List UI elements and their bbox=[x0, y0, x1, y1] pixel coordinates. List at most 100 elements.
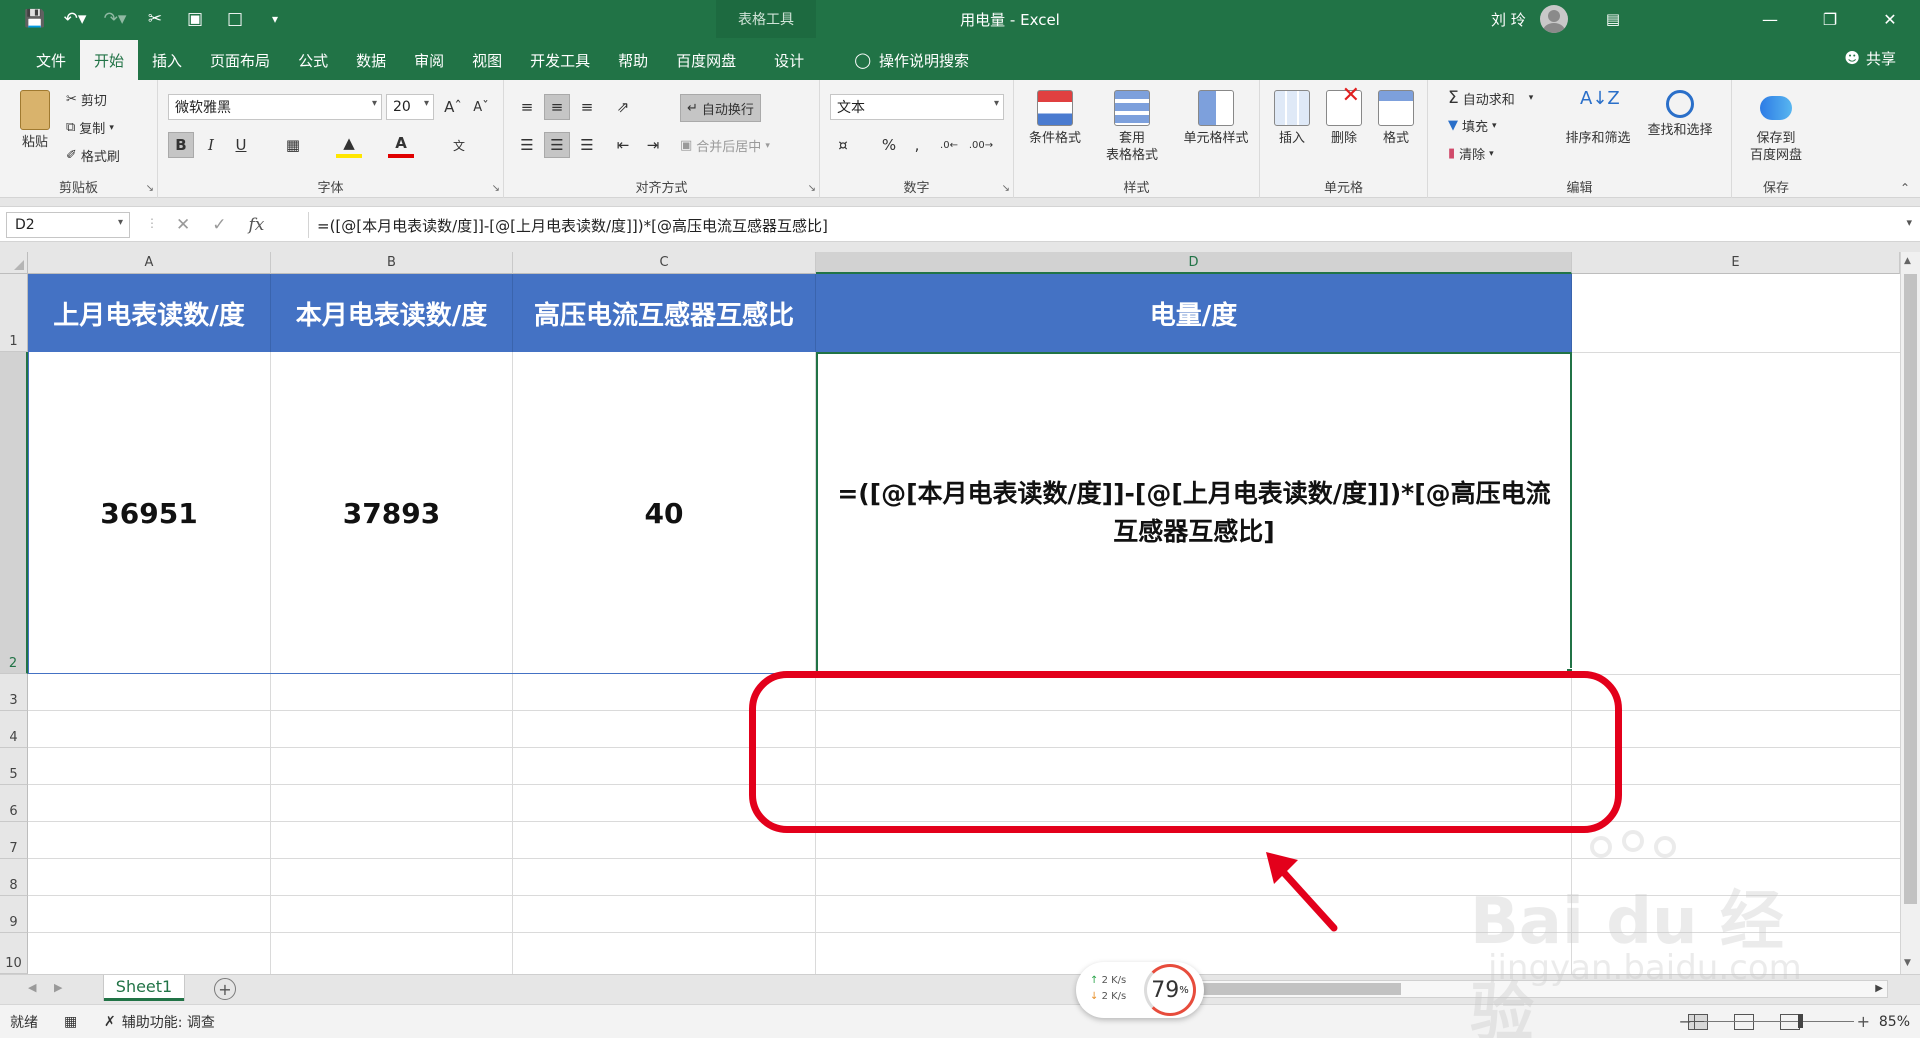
table-header-cell[interactable]: 上月电表读数/度 bbox=[28, 274, 271, 352]
orientation-icon[interactable]: ⇗ bbox=[610, 94, 636, 120]
macro-record-icon[interactable]: ▦ bbox=[64, 1005, 77, 1038]
align-bottom-icon[interactable]: ≡ bbox=[574, 94, 600, 120]
tab-file[interactable]: 文件 bbox=[22, 40, 80, 80]
print-preview-icon[interactable]: ▣ bbox=[178, 4, 212, 34]
active-cell[interactable]: =([@[本月电表读数/度]]-[@[上月电表读数/度]])*[@高压电流互感器… bbox=[816, 352, 1572, 674]
cut-button[interactable]: ✂ 剪切 bbox=[66, 90, 107, 109]
zoom-slider-knob[interactable] bbox=[1798, 1014, 1803, 1028]
tell-me-search[interactable]: ◯ 操作说明搜索 bbox=[818, 40, 969, 80]
column-header-b[interactable]: B bbox=[271, 252, 513, 274]
restore-icon[interactable]: ❐ bbox=[1800, 0, 1860, 38]
copy-button[interactable]: ⧉ 复制 ▾ bbox=[66, 118, 114, 137]
scrollbar-thumb[interactable] bbox=[1904, 274, 1917, 904]
zoom-slider[interactable] bbox=[1704, 1014, 1854, 1028]
select-all-button[interactable] bbox=[0, 252, 28, 274]
tab-view[interactable]: 视图 bbox=[458, 40, 516, 80]
decrease-font-size-icon[interactable]: Aˇ bbox=[468, 94, 494, 120]
font-size-combo[interactable]: 20 ▾ bbox=[386, 94, 434, 120]
sort-filter-button[interactable]: A↓Z 排序和筛选 bbox=[1560, 90, 1636, 147]
zoom-out-icon[interactable]: − bbox=[1679, 1012, 1692, 1031]
sheet-tab-sheet1[interactable]: Sheet1 bbox=[104, 975, 184, 1001]
dialog-launcher-icon[interactable]: ↘ bbox=[492, 183, 500, 194]
row-header-8[interactable]: 8 bbox=[0, 859, 28, 896]
table-cell[interactable]: 40 bbox=[513, 352, 816, 674]
align-middle-icon[interactable]: ≡ bbox=[544, 94, 570, 120]
tab-developer[interactable]: 开发工具 bbox=[516, 40, 604, 80]
minimize-icon[interactable]: — bbox=[1740, 0, 1800, 38]
save-to-netdisk-button[interactable]: 保存到 百度网盘 bbox=[1740, 90, 1812, 164]
row-header-1[interactable]: 1 bbox=[0, 274, 28, 352]
expand-formula-bar-icon[interactable]: ▾ bbox=[1906, 216, 1912, 229]
next-sheet-icon[interactable]: ▶ bbox=[54, 981, 62, 994]
merge-center-button[interactable]: ▣ 合并后居中 ▾ bbox=[680, 136, 770, 155]
zoom-in-icon[interactable]: + bbox=[1857, 1012, 1870, 1031]
increase-font-size-icon[interactable]: Aˆ bbox=[440, 94, 466, 120]
tab-design[interactable]: 设计 bbox=[760, 40, 818, 80]
find-select-button[interactable]: 查找和选择 bbox=[1640, 90, 1720, 139]
align-center-icon[interactable]: ☰ bbox=[544, 132, 570, 158]
table-header-cell[interactable]: 电量/度 bbox=[816, 274, 1572, 352]
borders-icon[interactable]: ▦ bbox=[280, 132, 306, 158]
clear-button[interactable]: ▮ 清除 ▾ bbox=[1448, 144, 1494, 163]
ribbon-display-options-icon[interactable]: ▤ bbox=[1606, 10, 1620, 28]
column-header-c[interactable]: C bbox=[513, 252, 816, 274]
row-header-2[interactable]: 2 bbox=[0, 352, 28, 674]
tab-formulas[interactable]: 公式 bbox=[284, 40, 342, 80]
fill-button[interactable]: ▼ 填充 ▾ bbox=[1448, 116, 1497, 135]
cancel-icon[interactable]: ✕ bbox=[176, 215, 190, 235]
vertical-scrollbar[interactable]: ▲ ▼ bbox=[1900, 252, 1920, 974]
scroll-up-icon[interactable]: ▲ bbox=[1904, 256, 1911, 266]
row-header-5[interactable]: 5 bbox=[0, 748, 28, 785]
network-speed-widget[interactable]: ↑ 2 K/s ↓ 2 K/s 79% bbox=[1076, 962, 1204, 1018]
row-header-6[interactable]: 6 bbox=[0, 785, 28, 822]
column-header-e[interactable]: E bbox=[1572, 252, 1900, 274]
wrap-text-button[interactable]: ↵ 自动换行 bbox=[680, 94, 761, 122]
add-sheet-icon[interactable]: + bbox=[214, 978, 236, 1000]
decrease-decimal-icon[interactable]: .00→ bbox=[968, 132, 994, 158]
save-icon[interactable]: 💾 bbox=[18, 4, 52, 34]
tab-review[interactable]: 审阅 bbox=[400, 40, 458, 80]
paste-button[interactable]: 粘贴 bbox=[10, 90, 60, 151]
undo-icon[interactable]: ↶▾ bbox=[58, 4, 92, 34]
close-icon[interactable]: ✕ bbox=[1860, 0, 1920, 38]
accessibility-status[interactable]: ✗ 辅助功能: 调查 bbox=[104, 1005, 215, 1038]
zoom-level[interactable]: 85% bbox=[1879, 1005, 1910, 1038]
tab-page-layout[interactable]: 页面布局 bbox=[196, 40, 284, 80]
table-header-cell[interactable]: 本月电表读数/度 bbox=[271, 274, 513, 352]
autosum-button[interactable]: Σ 自动求和 ▾ bbox=[1448, 88, 1533, 108]
formula-input[interactable]: =([@[本月电表读数/度]]-[@[上月电表读数/度]])*[@高压电流互感器… bbox=[308, 212, 1898, 238]
row-header-10[interactable]: 10 bbox=[0, 933, 28, 974]
user-account[interactable]: 刘 玲 ▤ bbox=[1491, 0, 1620, 38]
align-top-icon[interactable]: ≡ bbox=[514, 94, 540, 120]
row-header-9[interactable]: 9 bbox=[0, 896, 28, 933]
page-break-view-icon[interactable] bbox=[1780, 1014, 1800, 1030]
tab-baidu-netdisk[interactable]: 百度网盘 bbox=[662, 40, 750, 80]
format-painter-button[interactable]: ✐ 格式刷 bbox=[66, 146, 120, 165]
redo-icon[interactable]: ↷▾ bbox=[98, 4, 132, 34]
row-header-3[interactable]: 3 bbox=[0, 674, 28, 711]
bold-button[interactable]: B bbox=[168, 132, 194, 158]
increase-indent-icon[interactable]: ⇥ bbox=[640, 132, 666, 158]
tab-data[interactable]: 数据 bbox=[342, 40, 400, 80]
new-document-icon[interactable]: □ bbox=[218, 4, 252, 34]
align-left-icon[interactable]: ☰ bbox=[514, 132, 540, 158]
phonetic-guide-icon[interactable]: 文 bbox=[446, 132, 472, 158]
scrollbar-thumb[interactable] bbox=[1201, 983, 1401, 995]
format-as-table-button[interactable]: 套用 表格格式 bbox=[1094, 90, 1170, 164]
conditional-formatting-button[interactable]: 条件格式 bbox=[1020, 90, 1090, 147]
cell-styles-button[interactable]: 单元格样式 bbox=[1174, 90, 1258, 147]
collapse-ribbon-icon[interactable]: ⌃ bbox=[1900, 181, 1910, 195]
font-name-combo[interactable]: 微软雅黑 ▾ bbox=[168, 94, 382, 120]
decrease-indent-icon[interactable]: ⇤ bbox=[610, 132, 636, 158]
row-header-4[interactable]: 4 bbox=[0, 711, 28, 748]
insert-cells-button[interactable]: 插入 bbox=[1270, 90, 1314, 147]
tab-home[interactable]: 开始 bbox=[80, 40, 139, 80]
customize-qat-icon[interactable]: ▾ bbox=[258, 4, 292, 34]
dialog-launcher-icon[interactable]: ↘ bbox=[146, 183, 154, 194]
row-header-7[interactable]: 7 bbox=[0, 822, 28, 859]
scissors-icon[interactable]: ✂ bbox=[138, 4, 172, 34]
fill-color-icon[interactable]: ▲ bbox=[336, 132, 362, 158]
tab-help[interactable]: 帮助 bbox=[604, 40, 662, 80]
underline-button[interactable]: U bbox=[228, 132, 254, 158]
dialog-launcher-icon[interactable]: ↘ bbox=[808, 183, 816, 194]
